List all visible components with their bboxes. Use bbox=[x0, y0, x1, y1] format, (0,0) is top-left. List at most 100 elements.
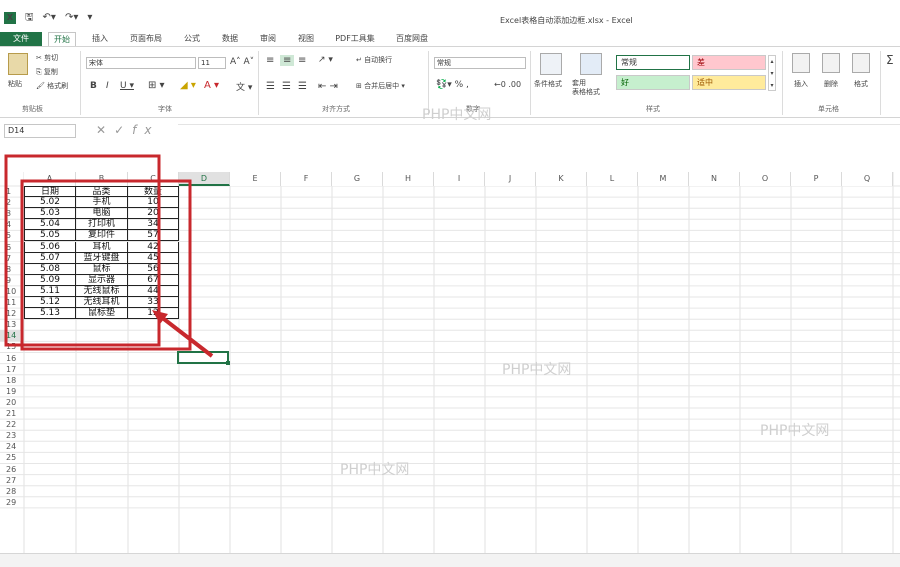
style-bad[interactable]: 差 bbox=[692, 55, 766, 70]
table-cell[interactable]: 45 bbox=[128, 252, 179, 264]
format-painter-button[interactable]: 🖌 格式刷 bbox=[36, 81, 68, 91]
row-header-19[interactable]: 19 bbox=[0, 386, 20, 397]
save-icon[interactable]: 🖫 bbox=[25, 12, 34, 24]
row-header-29[interactable]: 29 bbox=[0, 497, 20, 508]
tab-view[interactable]: 视图 bbox=[292, 32, 320, 46]
table-cell[interactable]: 5.02 bbox=[24, 197, 76, 209]
row-header-6[interactable]: 6 bbox=[0, 242, 20, 253]
row-header-18[interactable]: 18 bbox=[0, 375, 20, 386]
table-cell[interactable]: 手机 bbox=[76, 197, 128, 209]
table-cell[interactable]: 10 bbox=[128, 197, 179, 209]
row-header-10[interactable]: 10 bbox=[0, 286, 20, 297]
table-header-cell[interactable]: 品类 bbox=[76, 186, 128, 198]
style-normal[interactable]: 常规 bbox=[616, 55, 690, 70]
font-grow-shrink-icon[interactable]: A˄ A˅ bbox=[230, 57, 254, 67]
table-cell[interactable]: 20 bbox=[128, 208, 179, 220]
tab-pdf-tools[interactable]: PDF工具集 bbox=[330, 32, 380, 46]
align-left-icon[interactable]: ☰ bbox=[266, 81, 275, 92]
table-cell[interactable]: 44 bbox=[128, 285, 179, 297]
table-cell[interactable]: 34 bbox=[128, 219, 179, 231]
table-format-button[interactable]: 套用 表格格式 bbox=[572, 79, 600, 97]
fill-handle[interactable] bbox=[226, 361, 230, 365]
row-header-27[interactable]: 27 bbox=[0, 475, 20, 486]
table-cell[interactable]: 56 bbox=[128, 263, 179, 275]
insert-cells-icon[interactable] bbox=[792, 53, 810, 73]
paste-button[interactable]: 粘贴 bbox=[8, 79, 22, 89]
tab-page-layout[interactable]: 页面布局 bbox=[124, 32, 168, 46]
column-header-q[interactable]: Q bbox=[842, 172, 893, 186]
row-header-4[interactable]: 4 bbox=[0, 219, 20, 230]
merge-center-button[interactable]: ⊞ 合并后居中 ▾ bbox=[356, 81, 405, 91]
customize-qat-icon[interactable]: ▾ bbox=[87, 12, 92, 24]
row-header-17[interactable]: 17 bbox=[0, 364, 20, 375]
table-cell[interactable]: 5.05 bbox=[24, 230, 76, 242]
phonetic-icon[interactable]: 文 ▾ bbox=[236, 80, 252, 93]
row-header-3[interactable]: 3 bbox=[0, 208, 20, 219]
align-center-icon[interactable]: ☰ bbox=[282, 81, 291, 92]
insert-cells-button[interactable]: 插入 bbox=[794, 79, 808, 89]
table-cell[interactable]: 5.06 bbox=[24, 241, 76, 253]
tab-review[interactable]: 审阅 bbox=[254, 32, 282, 46]
tab-file[interactable]: 文件 bbox=[0, 32, 42, 46]
worksheet-grid[interactable]: ABCDEFGHIJKLMNOPQ 1 2 3 4 5 6 7 8 9 10 11 12 13 14 15 1… bbox=[0, 172, 900, 553]
conditional-format-icon[interactable] bbox=[540, 53, 562, 75]
insert-function-icon[interactable]: fx bbox=[132, 123, 159, 137]
column-header-e[interactable]: E bbox=[230, 172, 281, 186]
row-header-16[interactable]: 16 bbox=[0, 353, 20, 364]
align-top-icon[interactable]: ≡ bbox=[266, 55, 274, 66]
column-header-k[interactable]: K bbox=[536, 172, 587, 186]
column-header-b[interactable]: B bbox=[76, 172, 128, 186]
table-cell[interactable]: 无线鼠标 bbox=[76, 285, 128, 297]
table-cell[interactable]: 无线耳机 bbox=[76, 297, 128, 309]
table-cell[interactable]: 5.03 bbox=[24, 208, 76, 220]
italic-icon[interactable]: I bbox=[106, 81, 109, 91]
row-header-9[interactable]: 9 bbox=[0, 275, 20, 286]
row-header-12[interactable]: 12 bbox=[0, 308, 20, 319]
row-header-24[interactable]: 24 bbox=[0, 441, 20, 452]
copy-button[interactable]: ⎘ 复制 bbox=[36, 67, 58, 77]
column-header-d[interactable]: D bbox=[179, 172, 230, 186]
row-header-21[interactable]: 21 bbox=[0, 408, 20, 419]
undo-icon[interactable]: ↶▾ bbox=[43, 12, 56, 24]
row-header-8[interactable]: 8 bbox=[0, 264, 20, 275]
row-header-7[interactable]: 7 bbox=[0, 253, 20, 264]
delete-cells-button[interactable]: 删除 bbox=[824, 79, 838, 89]
row-header-5[interactable]: 5 bbox=[0, 230, 20, 241]
table-header-cell[interactable]: 日期 bbox=[24, 186, 76, 198]
style-good[interactable]: 好 bbox=[616, 75, 690, 90]
table-cell[interactable]: 57 bbox=[128, 230, 179, 242]
column-header-p[interactable]: P bbox=[791, 172, 842, 186]
redo-icon[interactable]: ↷▾ bbox=[65, 12, 78, 24]
wrap-text-button[interactable]: ↵ 自动换行 bbox=[356, 55, 392, 65]
column-header-o[interactable]: O bbox=[740, 172, 791, 186]
row-header-1[interactable]: 1 bbox=[0, 186, 20, 197]
column-header-i[interactable]: I bbox=[434, 172, 485, 186]
column-header-n[interactable]: N bbox=[689, 172, 740, 186]
fill-color-icon[interactable]: ◢ ▾ bbox=[180, 80, 196, 91]
font-color-icon[interactable]: A ▾ bbox=[204, 80, 219, 91]
number-format-select[interactable]: 常规 bbox=[434, 57, 526, 69]
align-middle-icon[interactable]: ≡ bbox=[280, 55, 295, 66]
row-header-13[interactable]: 13 bbox=[0, 319, 20, 330]
table-cell[interactable]: 鼠标 bbox=[76, 263, 128, 275]
table-cell[interactable]: 67 bbox=[128, 274, 179, 286]
row-header-28[interactable]: 28 bbox=[0, 486, 20, 497]
tab-insert[interactable]: 插入 bbox=[86, 32, 114, 46]
column-header-a[interactable]: A bbox=[24, 172, 76, 186]
align-right-icon[interactable]: ☰ bbox=[298, 81, 307, 92]
table-format-icon[interactable] bbox=[580, 53, 602, 75]
table-cell[interactable]: 显示器 bbox=[76, 274, 128, 286]
underline-icon[interactable]: U ▾ bbox=[120, 81, 134, 91]
autosum-icon[interactable]: Σ bbox=[886, 53, 894, 67]
table-cell[interactable]: 5.11 bbox=[24, 285, 76, 297]
orientation-icon[interactable]: ↗ ▾ bbox=[318, 55, 333, 65]
active-cell[interactable] bbox=[177, 351, 229, 364]
column-header-g[interactable]: G bbox=[332, 172, 383, 186]
tab-formulas[interactable]: 公式 bbox=[178, 32, 206, 46]
row-header-2[interactable]: 2 bbox=[0, 197, 20, 208]
table-cell[interactable]: 33 bbox=[128, 297, 179, 309]
formula-input[interactable] bbox=[178, 124, 900, 138]
cut-button[interactable]: ✂ 剪切 bbox=[36, 53, 58, 63]
column-header-j[interactable]: J bbox=[485, 172, 536, 186]
paste-icon[interactable] bbox=[8, 53, 28, 75]
